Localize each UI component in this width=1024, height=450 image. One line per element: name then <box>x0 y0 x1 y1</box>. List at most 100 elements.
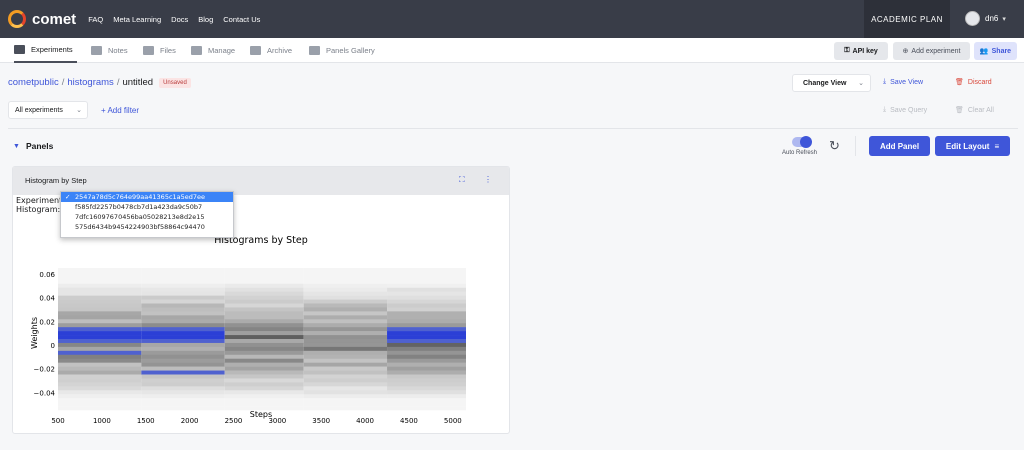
breadcrumb-view: untitled <box>122 77 154 88</box>
nav-docs[interactable]: Docs <box>171 15 188 24</box>
heatmap-cell <box>303 354 388 360</box>
heatmap-cell <box>224 319 304 324</box>
heatmap-cell <box>141 319 225 324</box>
tab-files[interactable]: Files <box>143 38 176 63</box>
heatmap-cell <box>141 287 225 292</box>
heatmap-cell <box>303 370 388 375</box>
experiment-option[interactable]: 7dfc16097670456ba05028213e8d2e15 <box>61 212 233 222</box>
heatmap-cell <box>141 315 225 320</box>
heatmap-cell <box>224 303 304 308</box>
save-view-button[interactable]: ⤓ Save View <box>883 78 923 86</box>
nav-meta-learning[interactable]: Meta Learning <box>113 15 161 24</box>
nav-contact-us[interactable]: Contact Us <box>223 15 260 24</box>
heatmap-cell <box>58 319 142 324</box>
api-key-label: API key <box>852 47 878 55</box>
heatmap-cell <box>387 346 466 352</box>
nav-faq[interactable]: FAQ <box>88 15 103 24</box>
save-view-label: Save View <box>890 78 924 86</box>
auto-refresh-toggle[interactable] <box>792 136 812 148</box>
heatmap-cell <box>303 402 388 407</box>
auto-refresh-label: Auto Refresh <box>782 150 818 156</box>
heatmap-cell <box>224 287 304 292</box>
heatmap-cell <box>58 303 142 308</box>
tab-manage[interactable]: Manage <box>191 38 235 63</box>
api-key-button[interactable]: ⚿ API key <box>834 42 888 60</box>
heatmap-cell <box>303 398 388 403</box>
x-tick-label: 4000 <box>356 417 374 425</box>
heatmap-cell <box>387 382 466 387</box>
heatmap-cell <box>303 366 388 371</box>
comet-logo[interactable]: comet <box>8 10 76 28</box>
chevron-down-icon: ▾ <box>1002 15 1006 23</box>
experiment-option[interactable]: f585fd2257b0478cb7d1a423da9c50b7 <box>61 202 233 212</box>
experiments-select[interactable]: All experiments ⌄ <box>8 101 88 119</box>
refresh-icon[interactable]: ↻ <box>829 138 840 154</box>
heatmap-cell <box>141 366 225 371</box>
heatmap-cell <box>303 358 388 363</box>
x-tick-label: 1500 <box>137 417 155 425</box>
experiment-option[interactable]: ✓ 2547a78d5c764e99aa41365c1a5ed7ee <box>61 192 233 202</box>
heatmap-cell <box>387 299 466 304</box>
tab-archive[interactable]: Archive <box>250 38 292 63</box>
heatmap-cell <box>387 406 466 411</box>
breadcrumb-project[interactable]: histograms <box>67 77 113 88</box>
check-icon: ✓ <box>65 193 71 201</box>
y-tick-label: 0.06 <box>39 271 55 279</box>
trash-icon: 🗑 <box>955 107 964 114</box>
tab-panels-gallery[interactable]: Panels Gallery <box>309 38 375 63</box>
breadcrumb-workspace[interactable]: cometpublic <box>8 77 59 88</box>
discard-button[interactable]: 🗑 Discard <box>955 78 992 87</box>
clear-all-button[interactable]: 🗑 Clear All <box>955 106 994 115</box>
vertical-divider <box>855 136 856 156</box>
share-button[interactable]: 👥 Share <box>974 42 1017 60</box>
heatmap-cell <box>141 394 225 399</box>
heatmap-cell <box>303 323 388 328</box>
share-people-icon: 👥 <box>979 48 989 55</box>
heatmap-cell <box>58 291 142 296</box>
key-icon: ⚿ <box>844 47 850 54</box>
heatmap-cell <box>303 331 388 336</box>
heatmap-cell <box>303 275 388 281</box>
change-view-select[interactable]: Change View ⌄ <box>792 74 871 92</box>
heatmap-cell <box>224 358 304 363</box>
chevron-down-icon: ⌄ <box>76 107 82 114</box>
add-experiment-button[interactable]: ⊕ Add experiment <box>893 42 970 60</box>
heatmap-cell <box>387 331 466 336</box>
heatmap-cell <box>303 406 388 411</box>
heatmap-cell <box>58 406 142 411</box>
experiment-option[interactable]: 575d6434b9454224903bf58864c94470 <box>61 222 233 232</box>
heatmap-cell <box>303 311 388 316</box>
edit-layout-button[interactable]: Edit Layout ≡ <box>935 136 1010 156</box>
save-query-button[interactable]: ⤓ Save Query <box>883 106 927 114</box>
heatmap-cell <box>387 358 466 363</box>
heatmap-cell <box>387 287 466 292</box>
heatmap-cell <box>387 394 466 399</box>
heatmap-cell <box>224 323 304 328</box>
heatmap-cell <box>387 283 466 289</box>
heatmap-cell <box>224 378 304 383</box>
y-tick-label: −0.04 <box>34 389 56 397</box>
heatmap-cell <box>224 374 304 379</box>
more-vertical-icon[interactable]: ⋮ <box>484 175 492 184</box>
fullscreen-icon[interactable]: ⛶ <box>459 175 465 185</box>
heatmap-cell <box>224 295 304 300</box>
tab-notes[interactable]: Notes <box>91 38 128 63</box>
experiment-dropdown[interactable]: ✓ 2547a78d5c764e99aa41365c1a5ed7ee f585fd… <box>60 191 234 238</box>
heatmap-cell <box>58 279 142 285</box>
heatmap-cell <box>387 323 466 328</box>
top-navbar: comet FAQ Meta Learning Docs Blog Contac… <box>0 0 1024 38</box>
heatmap-cell <box>141 303 225 308</box>
user-menu[interactable]: dn6 ▾ <box>965 11 1006 26</box>
academic-plan-badge[interactable]: ACADEMIC PLAN <box>864 0 950 38</box>
heatmap-cell <box>303 394 388 399</box>
tab-experiments[interactable]: Experiments <box>14 38 77 63</box>
panels-section-toggle[interactable]: ▼ Panels <box>13 141 53 151</box>
add-filter-button[interactable]: + Add filter <box>101 106 139 115</box>
add-panel-button[interactable]: Add Panel <box>869 136 930 156</box>
tab-label: Experiments <box>31 45 73 54</box>
heatmap-cell <box>141 374 225 379</box>
unsaved-badge: Unsaved <box>159 77 191 88</box>
heatmap-cell <box>141 275 225 281</box>
nav-blog[interactable]: Blog <box>198 15 213 24</box>
heatmap-cell <box>58 275 142 281</box>
